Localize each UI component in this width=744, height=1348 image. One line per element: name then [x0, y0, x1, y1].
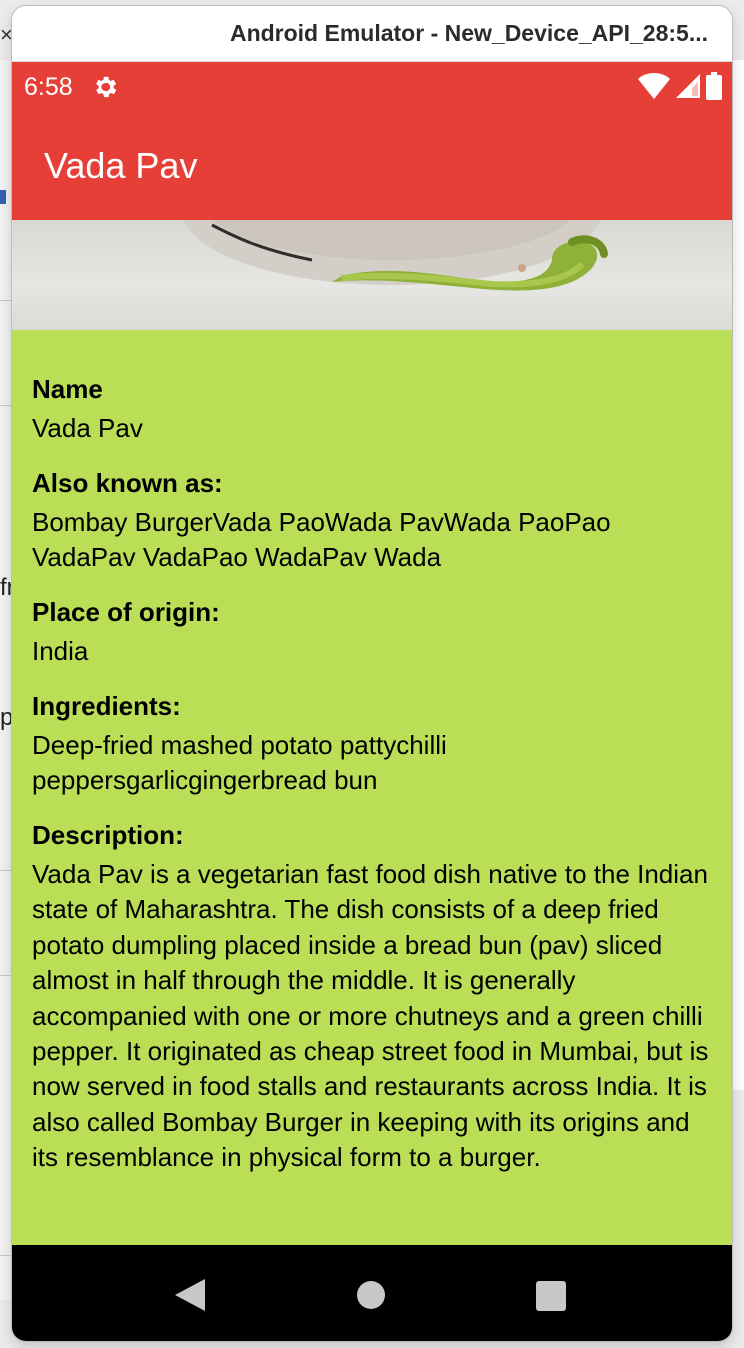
ingredients-label: Ingredients: [32, 691, 181, 721]
origin-value: India [32, 636, 89, 666]
android-nav-bar [12, 1245, 732, 1341]
vada-pav-photo-image [183, 220, 608, 291]
battery-icon [706, 72, 722, 105]
name-label: Name [32, 374, 103, 404]
aka-label: Also known as: [32, 468, 223, 498]
description-value: Vada Pav is a vegetarian fast food dish … [32, 859, 709, 1173]
wifi-icon [638, 73, 670, 104]
background-divider [0, 870, 12, 871]
cell-signal-icon [676, 74, 700, 103]
ingredients-value: Deep-fried mashed potato pattychilli pep… [32, 730, 447, 795]
window-title: Android Emulator - New_Device_API_28:5..… [229, 20, 708, 46]
settings-gear-icon [91, 73, 119, 101]
back-triangle-icon [175, 1279, 205, 1311]
status-clock: 6:58 [24, 72, 73, 101]
background-divider [0, 975, 12, 976]
background-divider [0, 1255, 12, 1256]
home-button[interactable] [357, 1281, 385, 1309]
name-value: Vada Pav [32, 413, 143, 443]
back-button[interactable] [175, 1279, 205, 1316]
origin-label: Place of origin: [32, 597, 220, 627]
description-label: Description: [32, 820, 184, 850]
page-title: Vada Pav [44, 145, 198, 186]
background-accent [0, 190, 6, 204]
background-divider [0, 300, 12, 301]
android-status-bar: 6:58 [12, 62, 732, 112]
background-window-strip [0, 60, 12, 1300]
aka-value: Bombay BurgerVada PaoWada PavWada PaoPao… [32, 507, 611, 572]
background-right-window [731, 60, 744, 1090]
background-divider [0, 405, 12, 406]
background-close-glyph: × [0, 22, 13, 47]
emulator-window: Android Emulator - New_Device_API_28:5..… [12, 6, 732, 1341]
recent-apps-button[interactable] [536, 1281, 566, 1311]
window-titlebar[interactable]: Android Emulator - New_Device_API_28:5..… [12, 6, 732, 62]
food-photo [12, 220, 732, 330]
food-details: Name Vada Pav Also known as: Bombay Burg… [12, 330, 732, 1245]
app-toolbar: Vada Pav [12, 112, 732, 220]
